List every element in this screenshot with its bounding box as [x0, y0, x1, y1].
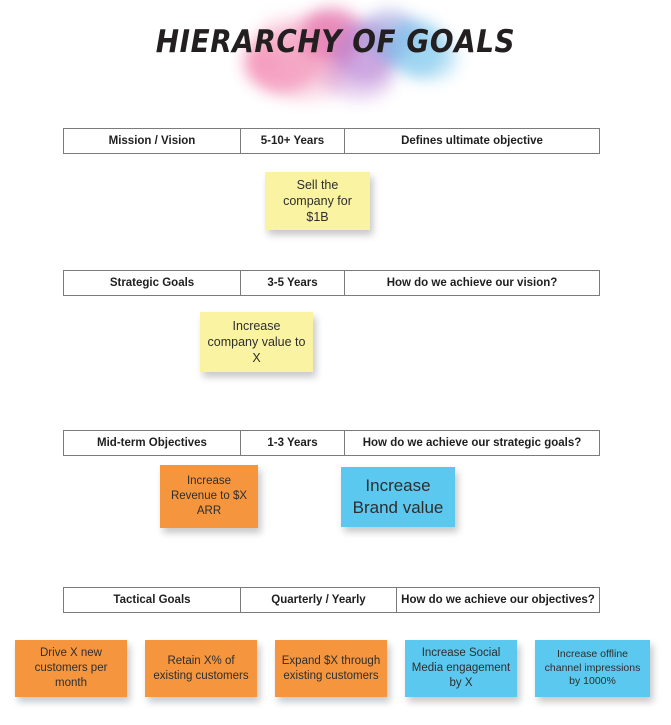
- row-question-label: How do we achieve our strategic goals?: [344, 431, 599, 455]
- row-question-label: Defines ultimate objective: [344, 129, 599, 153]
- sticky-note-text: Increase Social Media engagement by X: [411, 647, 511, 689]
- sticky-note-text: Retain X% of existing customers: [153, 654, 249, 682]
- sticky-note-tactical-expand-existing: Expand $X through existing customers: [275, 640, 387, 697]
- table-row-mission-vision: Mission / Vision 5-10+ Years Defines ult…: [63, 128, 600, 154]
- row-question-label: How do we achieve our vision?: [344, 271, 599, 295]
- row-level-label: Mission / Vision: [108, 135, 196, 147]
- table-row-tactical-goals: Tactical Goals Quarterly / Yearly How do…: [63, 587, 600, 613]
- table-row-midterm-objectives: Mid-term Objectives 1-3 Years How do we …: [63, 430, 600, 456]
- row-question-label: How do we achieve our objectives?: [396, 588, 599, 612]
- sticky-note-tactical-retain-customers: Retain X% of existing customers: [145, 640, 257, 697]
- row-timeframe-label: 1-3 Years: [240, 431, 344, 455]
- row-timeframe-label: 5-10+ Years: [240, 129, 344, 153]
- sticky-note-text: Increase Revenue to $X ARR: [170, 475, 248, 517]
- sticky-note-text: Expand $X through existing customers: [281, 654, 381, 682]
- sticky-note-midterm-brand: Increase Brand value: [341, 467, 455, 527]
- row-timeframe-label: 3-5 Years: [240, 271, 344, 295]
- sticky-note-text: Drive X new customers per month: [34, 647, 108, 689]
- sticky-note-midterm-revenue: Increase Revenue to $X ARR: [160, 465, 258, 528]
- sticky-note-text: Increase company value to X: [207, 319, 306, 365]
- sticky-note-text: Increase offline channel impressions by …: [544, 648, 641, 688]
- sticky-note-mission: Sell the company for $1B: [265, 172, 370, 230]
- sticky-note-text: Increase Brand value: [352, 476, 444, 517]
- row-timeframe-label: Quarterly / Yearly: [240, 588, 396, 612]
- row-level-label: Tactical Goals: [113, 594, 191, 606]
- sticky-note-strategic: Increase company value to X: [200, 312, 313, 372]
- page-header: HIERARCHY OF GOALS: [0, 0, 671, 108]
- sticky-note-text: Sell the company for $1B: [283, 178, 352, 224]
- sticky-note-tactical-drive-customers: Drive X new customers per month: [15, 640, 127, 697]
- row-level-label: Mid-term Objectives: [97, 437, 207, 449]
- page-title: HIERARCHY OF GOALS: [155, 24, 516, 60]
- row-level-label: Strategic Goals: [109, 277, 195, 289]
- sticky-note-tactical-offline-impressions: Increase offline channel impressions by …: [535, 640, 650, 697]
- table-row-strategic-goals: Strategic Goals 3-5 Years How do we achi…: [63, 270, 600, 296]
- sticky-note-tactical-social-media: Increase Social Media engagement by X: [405, 640, 517, 697]
